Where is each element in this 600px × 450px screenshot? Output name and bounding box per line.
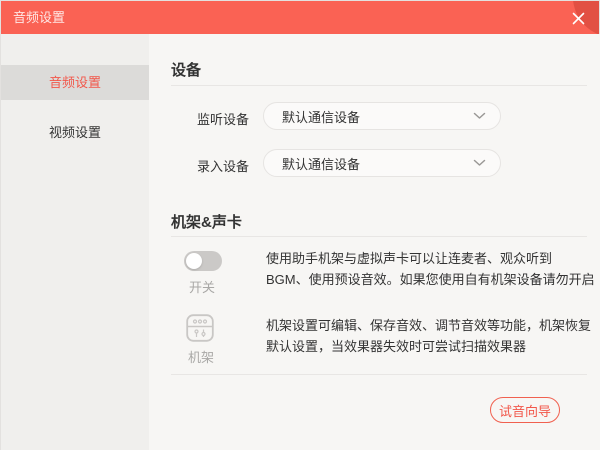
rack-description: 机架设置可编辑、保存音效、调节音效等功能，机架恢复默认设置，当效果器失效时可尝试… — [266, 318, 592, 354]
monitor-device-select[interactable]: 默认通信设备 — [263, 102, 501, 130]
divider — [171, 374, 587, 375]
audio-settings-dialog: 音频设置 音频设置 视频设置 设备 监听设备 默认通信设备 录入设备 默认通信设… — [0, 0, 600, 450]
toggle-description: 使用助手机架与虚拟声卡可以让连麦者、观众听到 BGM、使用预设音效。如果您使用自… — [266, 251, 595, 287]
input-device-label: 录入设备 — [197, 159, 250, 174]
monitor-device-label: 监听设备 — [197, 112, 250, 127]
toggle-label: 开关 — [189, 280, 216, 295]
input-device-select[interactable]: 默认通信设备 — [263, 149, 501, 177]
monitor-device-value: 默认通信设备 — [282, 109, 361, 125]
titlebar: 音频设置 — [1, 1, 599, 34]
rack-toggle[interactable] — [184, 251, 222, 271]
sound-test-wizard-button[interactable]: 试音向导 — [490, 397, 560, 423]
rack-icon — [186, 314, 214, 342]
main-panel: 设备 监听设备 默认通信设备 录入设备 默认通信设备 机架&声卡 开关 使用助手… — [149, 34, 600, 450]
chevron-down-icon — [473, 159, 486, 166]
sidebar-item-audio-settings[interactable]: 音频设置 — [1, 65, 149, 100]
device-section-title: 设备 — [171, 62, 202, 79]
close-button[interactable] — [565, 5, 591, 31]
input-device-value: 默认通信设备 — [282, 156, 361, 172]
divider — [171, 236, 587, 237]
chevron-down-icon — [473, 112, 486, 119]
toggle-knob — [186, 253, 202, 269]
window-title: 音频设置 — [13, 10, 66, 25]
sidebar-item-video-settings[interactable]: 视频设置 — [1, 115, 149, 150]
close-icon — [572, 12, 584, 24]
divider — [171, 85, 587, 86]
rack-section-title: 机架&声卡 — [171, 214, 242, 231]
sidebar: 音频设置 视频设置 — [1, 34, 149, 450]
rack-label: 机架 — [188, 350, 215, 365]
